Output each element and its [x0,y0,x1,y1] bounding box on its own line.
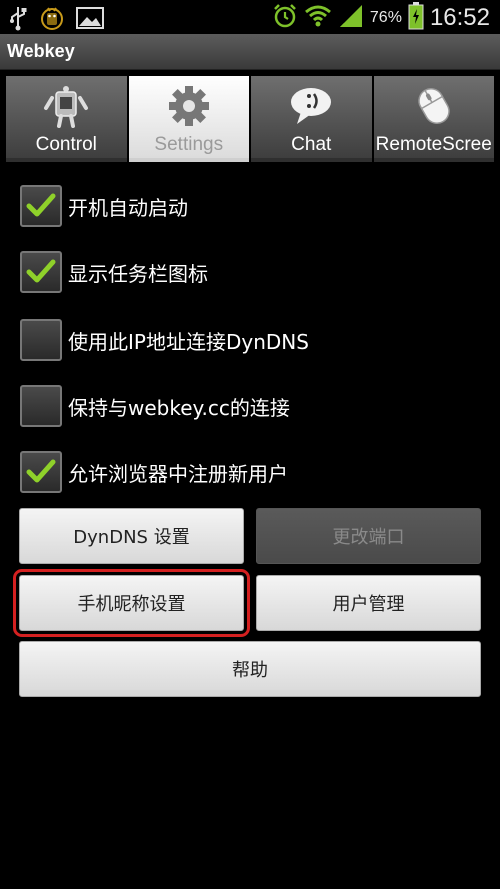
tab-chat[interactable]: Chat [251,76,372,162]
app-title: Webkey [7,41,75,61]
tab-label: Chat [291,134,332,155]
battery-percent: 76% [369,9,402,26]
checkbox-checked[interactable] [20,451,62,493]
checkbox-checked[interactable] [20,251,62,293]
tab-label: RemoteScree [375,134,492,155]
checkbox-unchecked[interactable] [20,319,62,361]
option-auto-start[interactable]: 开机自动启动 [20,184,188,228]
alarm-icon [272,3,298,33]
status-bar: 76% 16:52 [0,0,500,34]
robot-icon [42,84,90,128]
phone-nickname-button[interactable]: 手机昵称设置 [13,569,250,637]
system-icons: 76% 16:52 [272,2,490,34]
tab-settings[interactable]: Settings [128,76,249,162]
notification-icons [8,4,104,36]
usb-icon [8,5,28,35]
tab-remote-screen[interactable]: RemoteScree [373,76,494,162]
dyndns-settings-button[interactable]: DynDNS 设置 [19,508,244,564]
option-keep-connection[interactable]: 保持与webkey.cc的连接 [20,384,290,428]
battery-icon [408,2,424,34]
option-label: 开机自动启动 [68,195,188,220]
image-icon [76,6,104,34]
option-show-tray-icon[interactable]: 显示任务栏图标 [20,250,208,294]
help-button[interactable]: 帮助 [19,641,481,697]
android-debug-icon [38,4,66,36]
option-label: 使用此IP地址连接DynDNS [68,329,309,354]
tab-control[interactable]: Control [6,76,127,162]
option-allow-register[interactable]: 允许浏览器中注册新用户 [20,450,288,494]
tab-label: Settings [154,134,224,155]
checkbox-checked[interactable] [20,185,62,227]
title-bar: Webkey [0,34,500,70]
user-management-button[interactable]: 用户管理 [256,575,481,631]
option-label: 保持与webkey.cc的连接 [68,395,290,420]
option-label: 显示任务栏图标 [68,261,208,286]
checkbox-unchecked[interactable] [20,385,62,427]
mouse-icon [410,84,458,128]
tab-label: Control [35,134,97,155]
gear-icon [165,84,213,128]
signal-icon [338,3,364,33]
chat-bubble-icon [287,84,335,128]
wifi-icon [304,3,332,33]
change-port-button[interactable]: 更改端口 [256,508,481,564]
option-label: 允许浏览器中注册新用户 [68,461,288,486]
option-dyndns-ip[interactable]: 使用此IP地址连接DynDNS [20,318,309,362]
tab-bar: Control Settings Chat RemoteScree [6,76,494,162]
clock: 16:52 [429,4,490,31]
